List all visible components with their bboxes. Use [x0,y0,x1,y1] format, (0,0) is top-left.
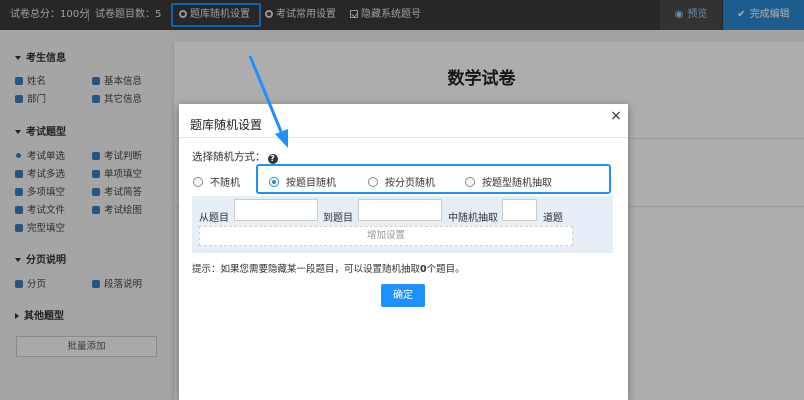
from-question-label: 从题目 [199,213,229,224]
radio-no-random[interactable]: 不随机 [193,174,240,189]
help-icon[interactable]: ? [267,154,278,164]
radio-circle-icon [193,177,203,187]
random-settings-dialog: 题库随机设置 × 选择随机方式：? 不随机 按题目随机 按分页随机 按题型随机抽… [179,104,628,400]
random-mode-label: 选择随机方式：? [192,149,278,164]
tip-text: 提示：如果您需要隐藏某一段题目，可以设置随机抽取0个题目。 [192,264,465,275]
divider [179,137,628,138]
radio-circle-icon [465,177,475,187]
radio-by-type[interactable]: 按题型随机抽取 [465,174,552,189]
from-question-input[interactable] [234,199,318,221]
radio-by-question[interactable]: 按题目随机 [269,174,336,189]
to-question-input[interactable] [358,199,442,221]
pick-label: 中随机抽取 [448,213,498,224]
confirm-button[interactable]: 确定 [381,284,425,307]
radio-by-page[interactable]: 按分页随机 [368,174,435,189]
random-range-panel: 从题目 到题目 中随机抽取 道题 增加设置 [192,196,613,253]
pick-count-input[interactable] [502,199,537,221]
radio-checked-icon [269,177,279,187]
radio-circle-icon [368,177,378,187]
close-icon[interactable]: × [609,107,623,125]
add-setting-button[interactable]: 增加设置 [199,226,573,246]
dialog-title: 题库随机设置 [190,118,263,132]
unit-label: 道题 [543,213,563,224]
to-question-label: 到题目 [323,213,353,224]
